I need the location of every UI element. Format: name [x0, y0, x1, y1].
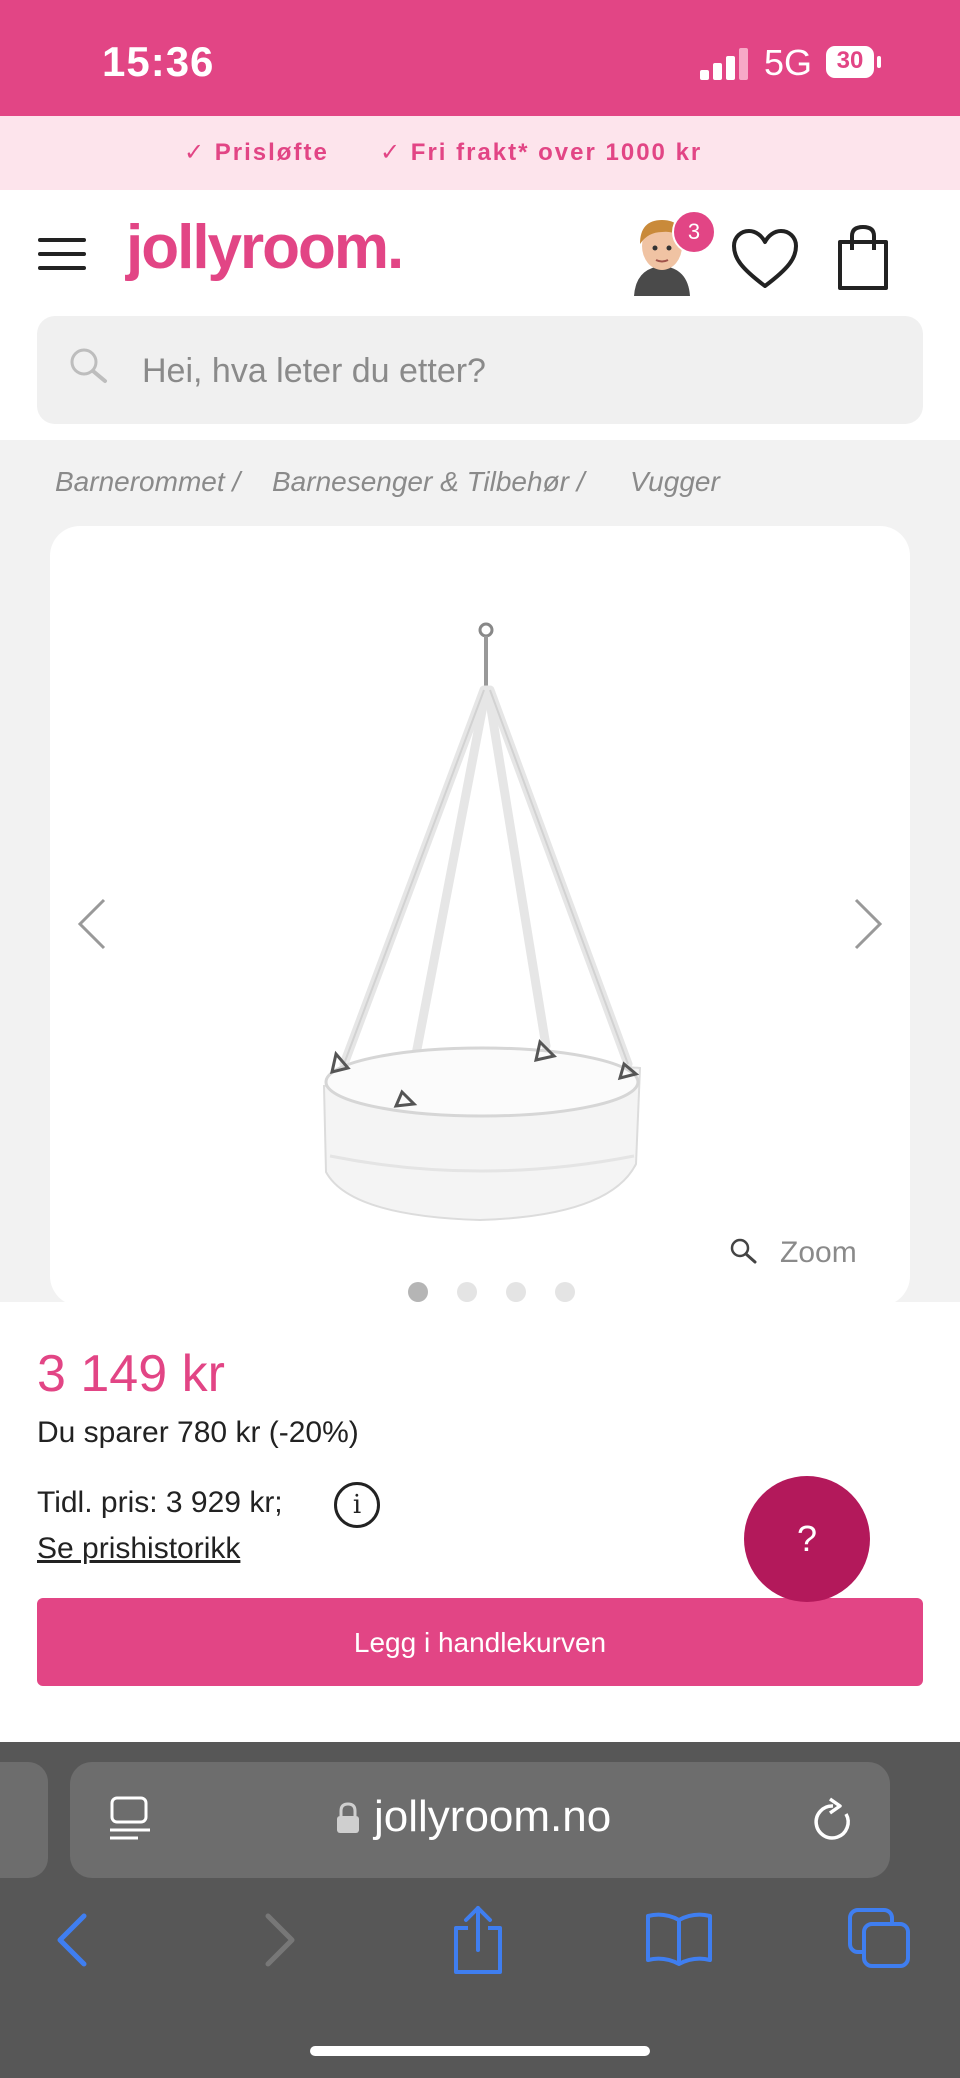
chevron-right-icon[interactable]: [852, 896, 886, 952]
gallery-dot-4[interactable]: [555, 1282, 575, 1302]
battery-level: 30: [836, 47, 864, 74]
tabs-icon[interactable]: [846, 1906, 912, 1970]
shopping-bag-icon[interactable]: [836, 224, 890, 292]
network-type: 5G: [764, 42, 813, 83]
home-indicator[interactable]: [310, 2046, 650, 2056]
zoom-icon[interactable]: [728, 1236, 758, 1266]
breadcrumb-vugger[interactable]: Vugger: [630, 466, 720, 498]
reload-icon[interactable]: [810, 1796, 856, 1844]
zoom-label[interactable]: Zoom: [780, 1236, 857, 1270]
status-bar: 15:36 5G 30: [0, 0, 960, 116]
gallery-dot-2[interactable]: [457, 1282, 477, 1302]
share-icon[interactable]: [450, 1904, 506, 1976]
previous-tab-preview[interactable]: [0, 1762, 48, 1878]
reader-mode-icon[interactable]: [108, 1796, 152, 1842]
search-icon: [68, 346, 108, 386]
battery-icon: 30: [826, 46, 874, 78]
chevron-left-icon[interactable]: [74, 896, 108, 952]
forward-icon[interactable]: [260, 1912, 300, 1968]
avatar-notification-badge: 3: [672, 210, 716, 254]
gallery-dot-1[interactable]: [408, 1282, 428, 1302]
savings-text: Du sparer 780 kr (-20%): [37, 1416, 359, 1449]
info-icon[interactable]: i: [334, 1482, 380, 1528]
breadcrumb-barnesenger[interactable]: Barnesenger & Tilbehør /: [272, 466, 585, 498]
signal-icon: [700, 48, 752, 80]
product-image-cradle[interactable]: [310, 616, 650, 1236]
promo-free-shipping: ✓ Fri frakt* over 1000 kr: [380, 139, 703, 166]
breadcrumb-barnerommet[interactable]: Barnerommet /: [55, 466, 240, 498]
gallery-dot-3[interactable]: [506, 1282, 526, 1302]
promo-bar: ✓ Prisløfte ✓ Fri frakt* over 1000 kr: [0, 116, 960, 190]
help-button[interactable]: ?: [744, 1476, 870, 1602]
status-time: 15:36: [102, 38, 215, 85]
add-to-cart-button[interactable]: Legg i handlekurven: [37, 1598, 923, 1686]
lock-icon: [336, 1802, 360, 1834]
site-logo[interactable]: jollyroom.: [126, 212, 404, 283]
product-price: 3 149 kr: [37, 1345, 225, 1403]
battery-tip: [877, 56, 881, 68]
price-history-link[interactable]: Se prishistorikk: [37, 1532, 240, 1566]
url-text[interactable]: jollyroom.no: [374, 1792, 611, 1842]
heart-icon[interactable]: [731, 228, 799, 290]
previous-price: Tidl. pris: 3 929 kr;: [37, 1486, 283, 1519]
menu-icon[interactable]: [38, 236, 86, 272]
back-icon[interactable]: [52, 1912, 92, 1968]
bookmarks-icon[interactable]: [644, 1910, 714, 1966]
search-input[interactable]: Hei, hva leter du etter?: [142, 352, 486, 391]
promo-price-promise: ✓ Prisløfte: [184, 139, 329, 166]
